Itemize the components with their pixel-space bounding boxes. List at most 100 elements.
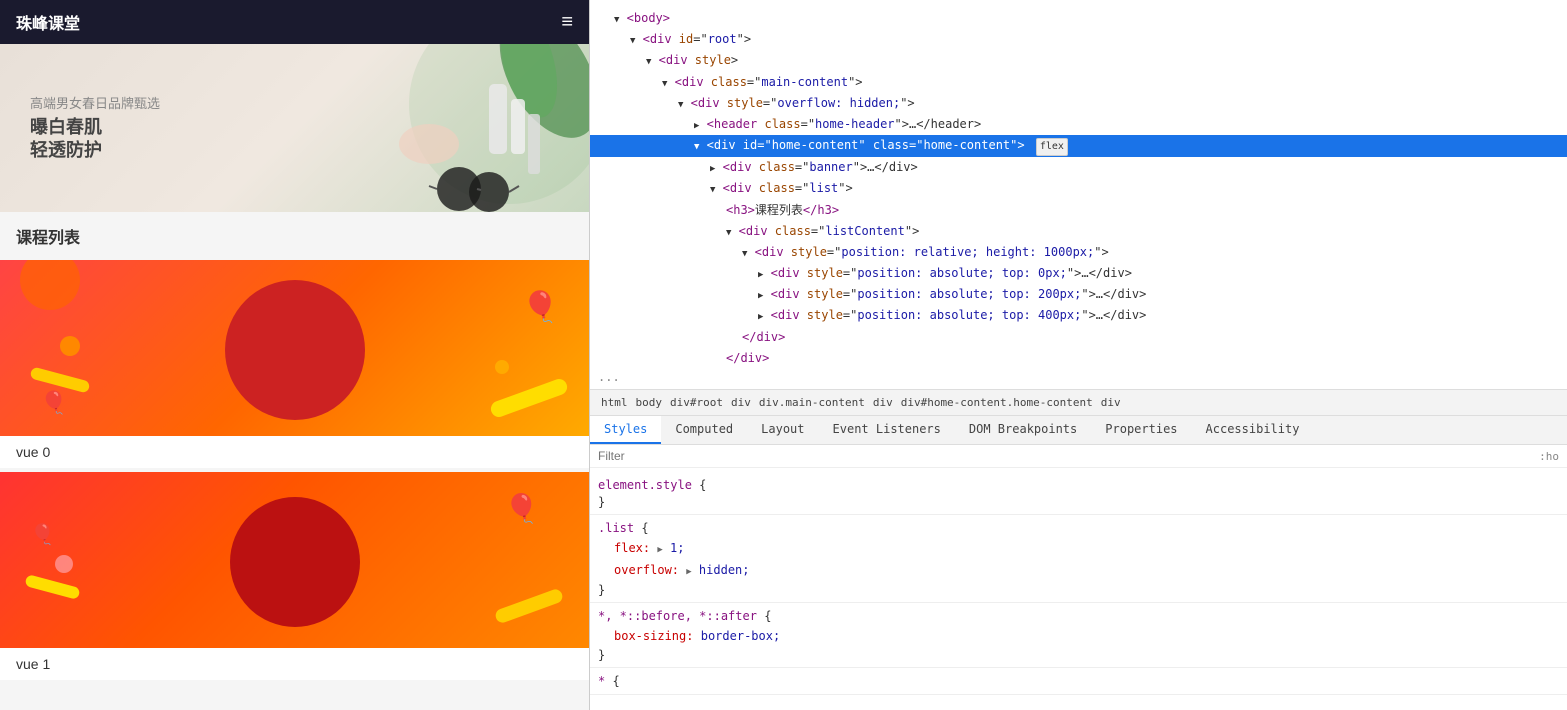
balloon-icon-2: 🎈 xyxy=(40,390,67,416)
style-block-star: * { xyxy=(590,668,1567,695)
filter-input[interactable] xyxy=(598,449,1539,463)
course-name-1: vue 1 xyxy=(0,648,589,680)
banner-svg xyxy=(329,44,589,212)
dom-line-header[interactable]: <header class="home-header">…</header> xyxy=(590,114,1567,135)
triangle-listcontent[interactable] xyxy=(726,226,731,240)
style-selector-list: .list { xyxy=(590,519,1567,537)
dom-tree[interactable]: <body> <div id="root"> <div style> <div … xyxy=(590,0,1567,390)
tab-properties[interactable]: Properties xyxy=(1091,416,1191,444)
deco-circle-big xyxy=(225,280,365,420)
balloon-icon: 🎈 xyxy=(522,290,559,325)
triangle-banner[interactable] xyxy=(710,162,715,176)
deco-dot-1 xyxy=(60,336,80,356)
deco-circle-small xyxy=(20,260,80,310)
dom-line-list[interactable]: <div class="list"> xyxy=(590,178,1567,199)
dom-line-body[interactable]: <body> xyxy=(590,8,1567,29)
flex-arrow[interactable]: ▶ xyxy=(657,543,662,558)
deco-dot-pink xyxy=(55,555,73,573)
deco-bar-1-1 xyxy=(494,587,565,624)
style-close-universal: } xyxy=(590,647,1567,663)
hamburger-icon[interactable]: ≡ xyxy=(561,11,573,34)
tab-event-listeners[interactable]: Event Listeners xyxy=(819,416,955,444)
deco-bar-2-1 xyxy=(24,574,80,600)
styles-content[interactable]: element.style { } .list { flex: ▶ 1; ove… xyxy=(590,468,1567,710)
banner-text: 高端男女春日品牌甄选 曝白春肌轻透防护 xyxy=(30,93,160,163)
dom-line-rel-div[interactable]: <div style="position: relative; height: … xyxy=(590,242,1567,263)
dom-line-abs-0[interactable]: <div style="position: absolute; top: 0px… xyxy=(590,263,1567,284)
balloon-icon-4: 🎈 xyxy=(30,522,55,547)
banner-title: 曝白春肌轻透防护 xyxy=(30,116,160,163)
style-rule-boxsizing: box-sizing: border-box; xyxy=(590,625,1567,647)
balloon-icon-3: 🎈 xyxy=(504,492,539,525)
style-block-element: element.style { } xyxy=(590,472,1567,515)
breadcrumb-bar: html body div#root div div.main-content … xyxy=(590,390,1567,416)
course-image-0: 🎈 🎈 xyxy=(0,260,589,436)
breadcrumb-div-3[interactable]: div xyxy=(1098,394,1124,411)
style-rule-flex: flex: ▶ 1; xyxy=(590,537,1567,559)
breadcrumb-html[interactable]: html xyxy=(598,394,631,411)
devtools-panel: <body> <div id="root"> <div style> <div … xyxy=(590,0,1567,710)
triangle-header[interactable] xyxy=(694,119,699,133)
breadcrumb-div-2[interactable]: div xyxy=(870,394,896,411)
course-card-1[interactable]: 🎈 🎈 vue 1 xyxy=(0,472,589,680)
course-label: 课程列表 xyxy=(0,212,589,256)
triangle-div-style[interactable] xyxy=(646,55,651,69)
style-close-list: } xyxy=(590,582,1567,598)
triangle-main[interactable] xyxy=(662,77,667,91)
banner-area: 高端男女春日品牌甄选 曝白春肌轻透防护 xyxy=(0,44,589,212)
breadcrumb-body[interactable]: body xyxy=(633,394,666,411)
dom-line-overflow[interactable]: <div style="overflow: hidden;"> xyxy=(590,93,1567,114)
tab-dom-breakpoints[interactable]: DOM Breakpoints xyxy=(955,416,1091,444)
breadcrumb-div-root[interactable]: div#root xyxy=(667,394,726,411)
triangle-home[interactable] xyxy=(694,140,699,154)
tab-layout[interactable]: Layout xyxy=(747,416,818,444)
dom-line-div-style[interactable]: <div style> xyxy=(590,50,1567,71)
flex-badge: flex xyxy=(1036,138,1068,156)
dom-line-listcontent[interactable]: <div class="listContent"> xyxy=(590,221,1567,242)
tab-computed[interactable]: Computed xyxy=(661,416,747,444)
filter-bar: :ho xyxy=(590,445,1567,468)
breadcrumb-div-main[interactable]: div.main-content xyxy=(756,394,868,411)
style-block-list: .list { flex: ▶ 1; overflow: ▶ hidden; } xyxy=(590,515,1567,603)
triangle-root[interactable] xyxy=(630,34,635,48)
style-selector-star: * { xyxy=(590,672,1567,690)
course-name-0: vue 0 xyxy=(0,436,589,468)
deco-bar-1 xyxy=(489,377,570,419)
triangle-abs-0[interactable] xyxy=(758,268,763,282)
app-title: 珠峰课堂 xyxy=(16,10,80,34)
style-rule-overflow: overflow: ▶ hidden; xyxy=(590,559,1567,581)
triangle-body[interactable] xyxy=(614,13,619,27)
tabs-row: Styles Computed Layout Event Listeners D… xyxy=(590,416,1567,445)
mobile-content[interactable]: 高端男女春日品牌甄选 曝白春肌轻透防护 xyxy=(0,44,589,710)
dom-line-close-rel: </div> xyxy=(590,327,1567,348)
dom-line-main-content[interactable]: <div class="main-content"> xyxy=(590,72,1567,93)
course-image-1: 🎈 🎈 xyxy=(0,472,589,648)
deco-circle-big-1 xyxy=(230,497,360,627)
breadcrumb-div-home[interactable]: div#home-content.home-content xyxy=(898,394,1096,411)
triangle-list[interactable] xyxy=(710,183,715,197)
course-card-0[interactable]: 🎈 🎈 vue 0 xyxy=(0,260,589,468)
dom-line-root[interactable]: <div id="root"> xyxy=(590,29,1567,50)
dom-line-abs-400[interactable]: <div style="position: absolute; top: 400… xyxy=(590,305,1567,326)
style-close-element: } xyxy=(590,494,1567,510)
mobile-header: 珠峰课堂 ≡ xyxy=(0,0,589,44)
deco-dot-2 xyxy=(495,360,509,374)
filter-pseudo: :ho xyxy=(1539,450,1559,463)
style-selector-universal: *, *::before, *::after { xyxy=(590,607,1567,625)
dom-line-home-content[interactable]: <div id="home-content" class="home-conte… xyxy=(590,135,1567,157)
triangle-rel[interactable] xyxy=(742,247,747,261)
banner-subtitle: 高端男女春日品牌甄选 xyxy=(30,93,160,112)
triangle-abs-400[interactable] xyxy=(758,310,763,324)
dom-line-banner[interactable]: <div class="banner">…</div> xyxy=(590,157,1567,178)
dom-line-h3[interactable]: <h3>课程列表</h3> xyxy=(590,200,1567,221)
tab-accessibility[interactable]: Accessibility xyxy=(1192,416,1314,444)
triangle-abs-200[interactable] xyxy=(758,289,763,303)
tab-styles[interactable]: Styles xyxy=(590,416,661,444)
ellipsis-line: ... xyxy=(590,369,1567,385)
style-selector-element: element.style { xyxy=(590,476,1567,494)
breadcrumb-div[interactable]: div xyxy=(728,394,754,411)
dom-line-abs-200[interactable]: <div style="position: absolute; top: 200… xyxy=(590,284,1567,305)
triangle-overflow[interactable] xyxy=(678,98,683,112)
overflow-arrow[interactable]: ▶ xyxy=(686,565,691,580)
mobile-preview: 珠峰课堂 ≡ 高端男女春日品牌甄选 曝白春肌轻透防护 xyxy=(0,0,590,710)
